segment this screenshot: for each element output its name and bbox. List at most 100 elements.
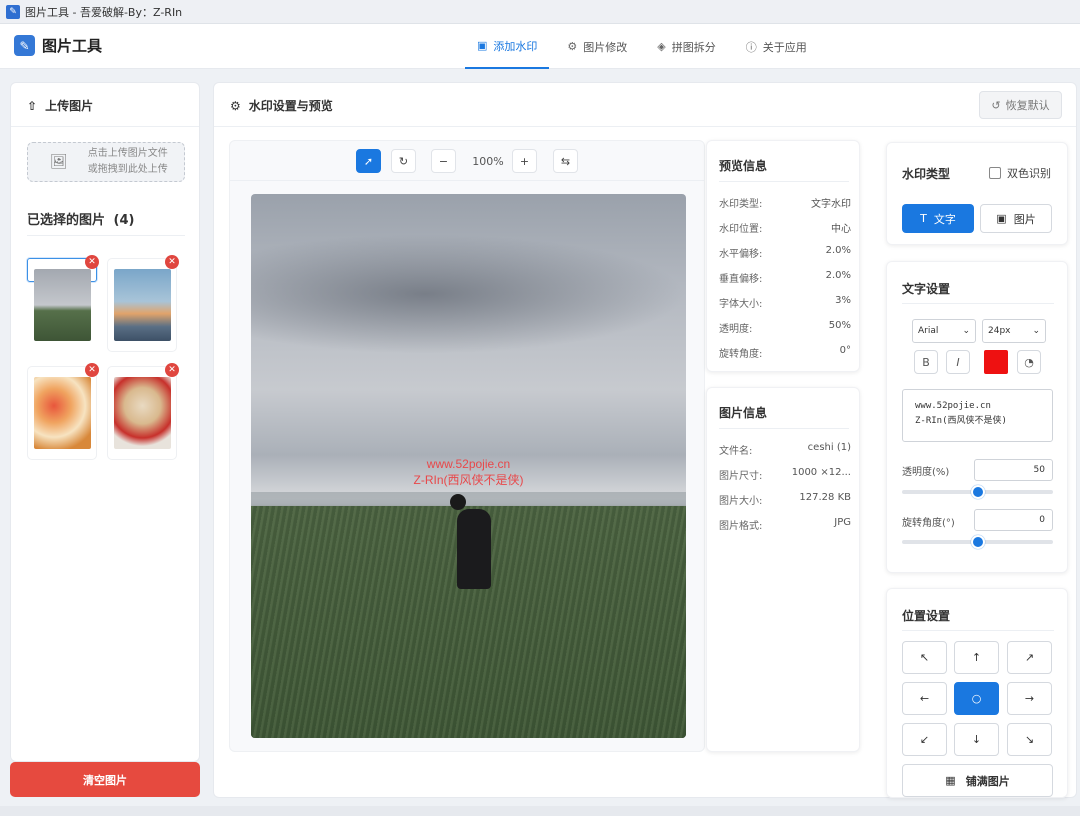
color-picker-button[interactable]: ◔ (1017, 350, 1041, 374)
upload-icon: ⇧ (27, 98, 38, 113)
bold-button[interactable]: B (914, 350, 938, 374)
select-tool-button[interactable]: ➚ (356, 149, 381, 173)
zoom-in-button[interactable]: + (512, 149, 537, 173)
info-key: 文件名: (719, 446, 753, 457)
tile-image-button[interactable]: ▦ 铺满图片 (902, 764, 1053, 797)
reset-defaults-button[interactable]: ↺ 恢复默认 (979, 91, 1062, 119)
size-value: 24px (988, 326, 1011, 336)
arrow-up-right-icon: ↗ (1024, 651, 1035, 664)
thumbnail-cat[interactable]: ✕ (107, 363, 179, 460)
divider (27, 235, 185, 236)
app-header: ✎ 图片工具 ▣ 添加水印 ⚙ 图片修改 ◈ 拼图拆分 ⓘ 关于应用 (0, 24, 1080, 69)
dropzone-line2: 或拖拽到此处上传 (87, 164, 168, 175)
zoom-out-button[interactable]: − (431, 149, 456, 173)
position-top-left-button[interactable]: ↖ (902, 641, 947, 674)
font-size-select[interactable]: 24px ⌄ (982, 319, 1046, 343)
watermark-text-input[interactable]: www.52pojie.cn Z-RIn(西风侠不是侠) (902, 389, 1053, 442)
photo-person-head (450, 494, 466, 510)
tab-add-watermark[interactable]: ▣ 添加水印 (465, 24, 550, 69)
thumbnail-cake[interactable]: ✕ (27, 363, 99, 460)
arrow-right-icon: → (1024, 692, 1035, 705)
opacity-input[interactable]: 50 (974, 459, 1053, 481)
info-key: 旋转角度: (719, 349, 763, 360)
info-row: 水印类型: 文字水印 (719, 195, 851, 210)
font-family-select[interactable]: Arial ⌄ (912, 319, 976, 343)
image-icon: 🖼 (50, 154, 68, 170)
selected-count: (4) (113, 213, 135, 228)
position-bottom-left-button[interactable]: ↙ (902, 723, 947, 756)
info-value: 中心 (831, 224, 851, 235)
watermark-type-title: 水印类型 (902, 167, 951, 181)
tab-image-edit[interactable]: ⚙ 图片修改 (555, 24, 639, 69)
opacity-slider-track[interactable] (902, 485, 1053, 499)
divider (214, 126, 1076, 127)
flip-button[interactable]: ⇆ (553, 149, 578, 173)
clear-images-button[interactable]: 清空图片 (10, 762, 200, 797)
tab-puzzle-split[interactable]: ◈ 拼图拆分 (645, 24, 727, 69)
info-value: 3% (835, 295, 851, 306)
position-left-button[interactable]: ← (902, 682, 947, 715)
text-type-button[interactable]: T 文字 (902, 204, 974, 233)
preview-image[interactable]: www.52pojie.cn Z-RIn(西风侠不是侠) (251, 194, 686, 738)
italic-button[interactable]: I (946, 350, 970, 374)
undo-icon: ↺ (991, 98, 1001, 112)
thumbnail-tree-sunset[interactable]: ✕ (107, 255, 179, 352)
remove-image-button[interactable]: ✕ (85, 255, 99, 269)
image-type-button[interactable]: ▣ 图片 (980, 204, 1052, 233)
info-row: 旋转角度: 0° (719, 345, 851, 360)
position-settings-title: 位置设置 (902, 609, 951, 623)
divider (719, 181, 849, 182)
preview-info-title: 预览信息 (719, 159, 768, 173)
italic-icon: I (956, 355, 960, 369)
chevron-down-icon: ⌄ (962, 326, 970, 336)
rotate-icon: ↻ (398, 154, 409, 168)
bold-icon: B (922, 355, 930, 369)
rotation-input[interactable]: 0 (974, 509, 1053, 531)
info-value: JPG (834, 517, 851, 528)
watermark-panel: ⚙ 水印设置与预览 ↺ 恢复默认 ➚ ↻ − 100% + ⇆ www.52po… (213, 82, 1077, 798)
arrow-down-left-icon: ↙ (919, 733, 930, 746)
dropzone-line1: 点击上传图片文件 (87, 148, 168, 159)
position-bottom-button[interactable]: ↓ (954, 723, 999, 756)
info-value: 文字水印 (811, 199, 851, 210)
tab-label: 关于应用 (762, 40, 807, 54)
thumbnail-image (114, 269, 171, 341)
info-key: 字体大小: (719, 299, 763, 310)
upload-dropzone[interactable]: 🖼 点击上传图片文件 或拖拽到此处上传 (27, 142, 185, 182)
thumbnail-grass-field[interactable]: ✕ (27, 255, 99, 341)
position-top-button[interactable]: ↑ (954, 641, 999, 674)
rotation-slider-track[interactable] (902, 535, 1053, 549)
text-line1: www.52pojie.cn (915, 401, 991, 411)
info-row: 透明度: 50% (719, 320, 851, 335)
photo-person (457, 509, 491, 589)
image-type-label: 图片 (1013, 212, 1036, 226)
info-row: 垂直偏移: 2.0% (719, 270, 851, 285)
rotation-slider-thumb[interactable] (970, 535, 985, 549)
position-bottom-right-button[interactable]: ↘ (1007, 723, 1052, 756)
rotate-button[interactable]: ↻ (391, 149, 416, 173)
opacity-slider-thumb[interactable] (970, 485, 985, 499)
photo-clouds (251, 234, 686, 354)
info-value: 2.0% (825, 245, 851, 256)
reset-label: 恢复默认 (1005, 99, 1050, 112)
dual-color-toggle[interactable]: 双色识别 (989, 165, 1051, 181)
tab-label: 图片修改 (583, 40, 628, 54)
panel-title-text: 水印设置与预览 (248, 99, 333, 113)
info-key: 透明度: (719, 324, 753, 335)
watermark-overlay[interactable]: www.52pojie.cn Z-RIn(西风侠不是侠) (361, 456, 576, 488)
remove-image-button[interactable]: ✕ (165, 255, 179, 269)
tab-about[interactable]: ⓘ 关于应用 (734, 24, 819, 69)
position-top-right-button[interactable]: ↗ (1007, 641, 1052, 674)
text-color-swatch[interactable] (984, 350, 1008, 374)
info-key: 图片尺寸: (719, 471, 763, 482)
position-center-button[interactable]: ○ (954, 682, 999, 715)
checkbox[interactable] (989, 167, 1001, 179)
brand: ✎ 图片工具 (14, 35, 102, 56)
info-row: 字体大小: 3% (719, 295, 851, 310)
gear-icon: ⚙ (567, 40, 578, 53)
remove-image-button[interactable]: ✕ (85, 363, 99, 377)
remove-image-button[interactable]: ✕ (165, 363, 179, 377)
info-value: 2.0% (825, 270, 851, 281)
watermark-panel-title: ⚙ 水印设置与预览 (230, 97, 333, 114)
position-right-button[interactable]: → (1007, 682, 1052, 715)
